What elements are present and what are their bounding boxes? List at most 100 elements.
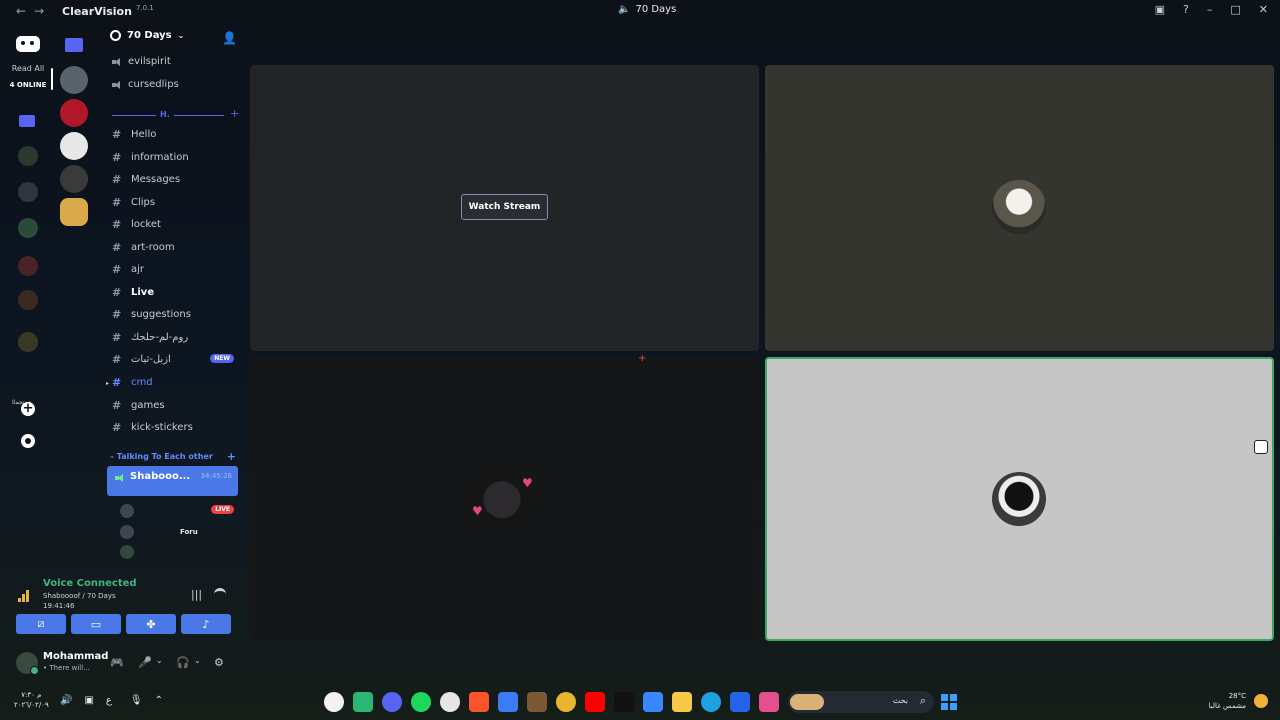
read-all-button[interactable]: Read All	[0, 64, 56, 73]
screen-share-button[interactable]: ▭	[71, 614, 121, 634]
voice-member[interactable]: Foru	[120, 525, 238, 539]
server-icon[interactable]	[18, 290, 38, 310]
channel-locket[interactable]: # locket	[112, 216, 238, 232]
voice-channel[interactable]: cursedlips	[112, 79, 179, 90]
channel-cmd[interactable]: ▸ # cmd	[106, 374, 238, 390]
copilot-app-icon[interactable]	[759, 692, 779, 712]
signal-icon[interactable]	[18, 590, 30, 602]
settings-gear-icon[interactable]: ⚙	[214, 656, 224, 669]
channel-arabic-1[interactable]: # روم-لم-حلجك	[112, 329, 238, 345]
add-channel-icon[interactable]: +	[227, 450, 236, 463]
server-icon[interactable]	[18, 332, 38, 352]
discord-app-icon[interactable]	[382, 692, 402, 712]
headphones-icon[interactable]: 🎧	[176, 656, 190, 669]
channel-games[interactable]: # games	[112, 397, 238, 413]
speaker-icon	[112, 80, 122, 89]
server-icon[interactable]	[60, 165, 88, 193]
camera-off-button[interactable]: ⧄	[16, 614, 66, 634]
voice-member[interactable]: LIVE	[120, 504, 238, 518]
channel-ajr[interactable]: # ajr	[112, 261, 238, 277]
server-icon[interactable]	[18, 146, 38, 166]
avatar	[475, 470, 529, 524]
minimize-icon[interactable]: –	[1207, 3, 1213, 16]
active-voice-channel[interactable]: Shabooo... 34:45:26	[107, 466, 238, 496]
channel-arabic-2[interactable]: # ازبل-ثبات NEW	[112, 351, 238, 367]
server-icon[interactable]	[60, 99, 88, 127]
controller-icon[interactable]: 🎮	[110, 656, 124, 669]
forward-arrow-icon[interactable]: →	[34, 4, 44, 18]
voice-member[interactable]	[120, 545, 238, 559]
windows-start-icon[interactable]	[941, 694, 957, 710]
hash-icon: #	[112, 420, 122, 434]
live-badge: LIVE	[211, 505, 234, 514]
invite-member-icon[interactable]: 👤	[222, 31, 237, 45]
avatar[interactable]	[16, 652, 39, 675]
system-clock[interactable]: م ٧:٣٠ ٢٠٢٦/٠٢/٠٩	[14, 690, 49, 710]
volume-icon[interactable]: 🔊	[60, 695, 72, 706]
disconnect-icon[interactable]	[214, 588, 226, 594]
maximize-icon[interactable]: □	[1230, 3, 1240, 16]
channel-information[interactable]: # information	[112, 149, 238, 165]
microphone-icon[interactable]: 🎙	[130, 695, 143, 706]
voice-actions: ⧄ ▭ ✤ ♪	[16, 614, 231, 634]
channel-clips[interactable]: # Clips	[112, 194, 238, 210]
server-header[interactable]: 70 Days ⌄	[110, 30, 184, 41]
store-app-icon[interactable]	[643, 692, 663, 712]
microphone-icon[interactable]: 🎤	[138, 656, 152, 669]
language-indicator[interactable]: ع	[106, 695, 112, 706]
spotify-app-icon[interactable]	[411, 692, 431, 712]
server-icon[interactable]	[18, 256, 38, 276]
channel-messages[interactable]: # Messages	[112, 171, 238, 187]
steam-app-icon[interactable]	[440, 692, 460, 712]
channel-suggestions[interactable]: # suggestions	[112, 306, 238, 322]
server-icon[interactable]	[18, 218, 38, 238]
watch-stream-button[interactable]: Watch Stream	[461, 194, 548, 220]
hash-icon: #	[112, 375, 122, 389]
taskbar-search[interactable]: بحث ⌕	[788, 691, 934, 713]
app-icon[interactable]	[324, 692, 344, 712]
channel-kick-stickers[interactable]: # kick-stickers	[112, 419, 238, 435]
activities-button[interactable]: ✤	[126, 614, 176, 634]
inbox-icon[interactable]: ▣	[1155, 3, 1165, 16]
weather-widget[interactable]: 28°C مشمس غالبا	[1209, 691, 1246, 711]
network-icon[interactable]: ▣	[84, 695, 93, 706]
channel-art-room[interactable]: # art-room	[112, 239, 238, 255]
folder-icon[interactable]	[65, 38, 83, 52]
username[interactable]: Mohammad	[43, 651, 108, 662]
close-icon[interactable]: ✕	[1259, 3, 1268, 16]
edge-app-icon[interactable]	[701, 692, 721, 712]
server-icon[interactable]	[60, 132, 88, 160]
app-icon[interactable]	[353, 692, 373, 712]
help-icon[interactable]: ?	[1183, 3, 1189, 16]
brave-app-icon[interactable]	[469, 692, 489, 712]
chrome-app-icon[interactable]	[556, 692, 576, 712]
file-explorer-icon[interactable]	[672, 692, 692, 712]
add-server-icon[interactable]: +	[21, 402, 35, 416]
chevron-down-icon[interactable]: ⌄	[156, 656, 163, 665]
youtube-app-icon[interactable]	[585, 692, 605, 712]
chevron-down-icon[interactable]: ⌄	[194, 656, 201, 665]
tiktok-app-icon[interactable]	[614, 692, 634, 712]
minecraft-app-icon[interactable]	[527, 692, 547, 712]
discover-icon[interactable]	[21, 434, 35, 448]
channel-live[interactable]: # Live	[112, 284, 238, 300]
channel-hello[interactable]: # Hello	[112, 126, 238, 142]
mail-app-icon[interactable]	[730, 692, 750, 712]
discord-home-icon[interactable]	[16, 36, 40, 52]
channel-name: Clips	[131, 196, 156, 208]
add-channel-icon[interactable]: +	[230, 107, 239, 120]
voice-status[interactable]: Voice Connected	[43, 578, 137, 589]
server-icon[interactable]	[18, 182, 38, 202]
back-arrow-icon[interactable]: ←	[16, 4, 26, 18]
noise-suppression-icon[interactable]: |||	[191, 588, 202, 601]
server-icon[interactable]	[60, 66, 88, 94]
chevron-up-icon[interactable]: ⌃	[155, 695, 163, 706]
app-icon[interactable]	[498, 692, 518, 712]
soundboard-button[interactable]: ♪	[181, 614, 231, 634]
server-folder-icon[interactable]	[19, 115, 35, 127]
window-titlebar: ← → ClearVision 7.0.1 🔈 70 Days ▣ ? – □ …	[0, 0, 1280, 22]
category-header[interactable]: H. +	[112, 107, 239, 120]
voice-channel[interactable]: evilspirit	[112, 56, 171, 67]
server-icon[interactable]	[60, 198, 88, 226]
category-header[interactable]: – Talking To Each other +	[110, 450, 238, 463]
